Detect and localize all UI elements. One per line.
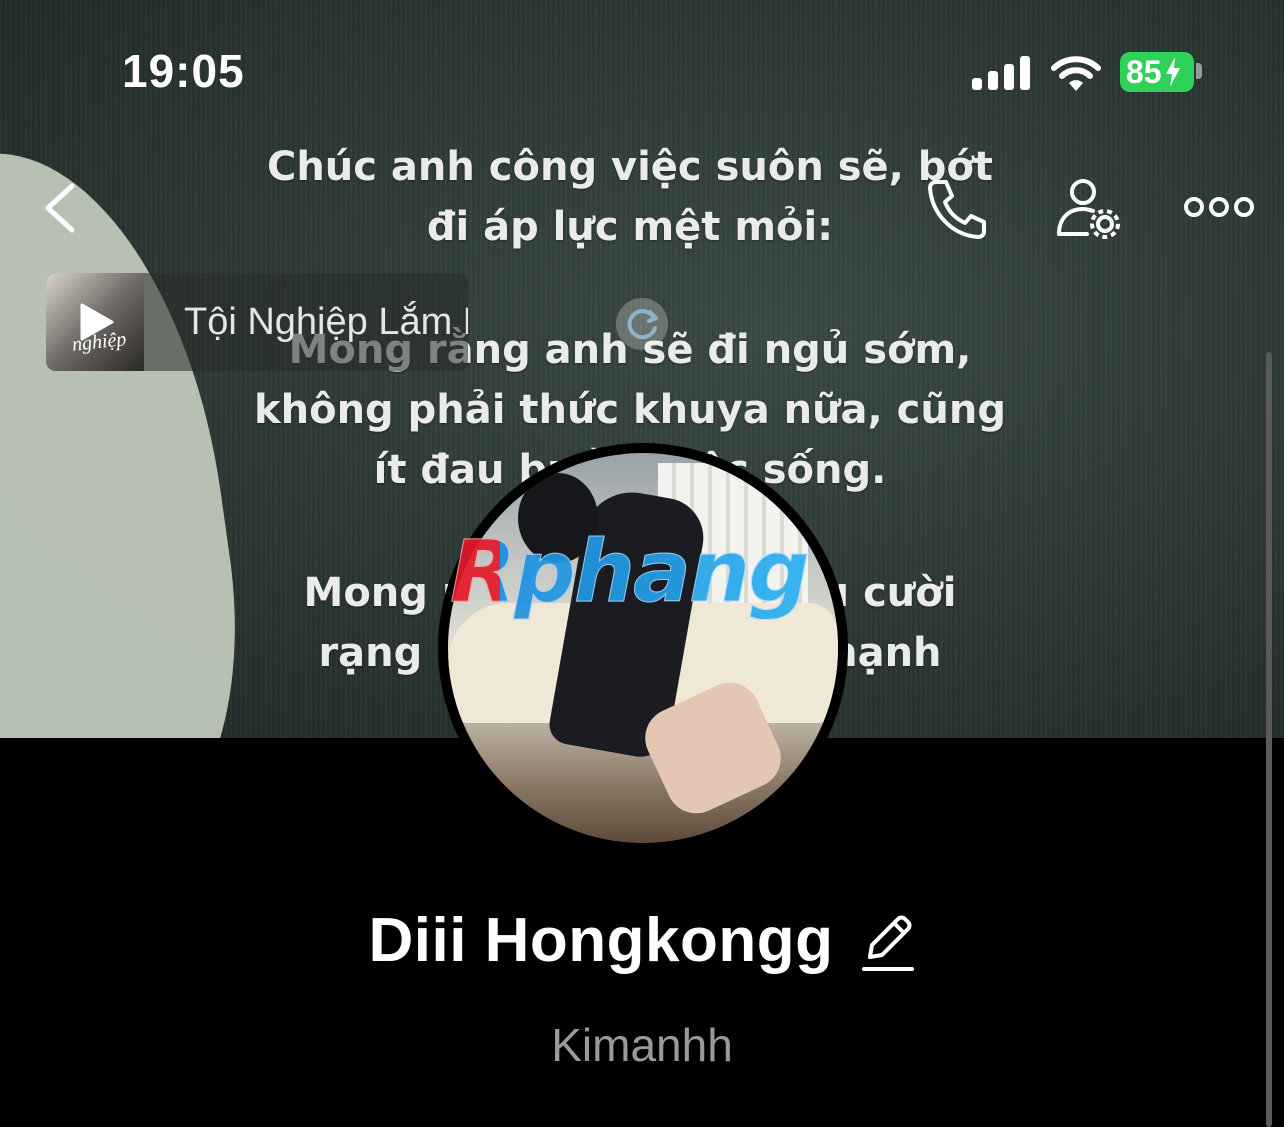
username: Kimanhh [551,1019,733,1071]
status-time: 19:05 [122,45,245,97]
battery-cap [1196,63,1202,79]
profile-name: Diii Hongkongg [368,905,834,975]
album-art: nghiệp [46,273,144,371]
avatar[interactable] [438,443,848,853]
avatar-photo [448,453,838,843]
battery-indicator: 85 [1120,52,1194,92]
loading-icon [616,298,668,350]
profile-music-player[interactable]: nghiệp Tội Nghiệp Lắm Em [46,273,468,371]
play-icon[interactable] [78,303,114,341]
pencil-icon[interactable] [860,911,916,973]
song-title: Tội Nghiệp Lắm Em [184,301,468,343]
phone-icon [928,180,986,239]
more-dots-icon [1184,197,1254,217]
watermark-text: Rphang [450,522,811,623]
battery-level: 85 [1126,53,1162,90]
profile-name-row: Diii Hongkongg [0,900,1284,980]
signal-icon [972,56,1030,90]
chevron-left-icon [45,183,75,233]
more-button[interactable] [1182,190,1256,224]
scrollbar[interactable] [1266,352,1272,1127]
battery-charging-icon [1165,57,1180,87]
wifi-icon [1051,56,1101,91]
user-gear-icon [1057,179,1120,239]
back-button[interactable] [36,178,86,238]
profile-settings-button[interactable] [1055,176,1123,242]
call-button[interactable] [922,176,990,240]
